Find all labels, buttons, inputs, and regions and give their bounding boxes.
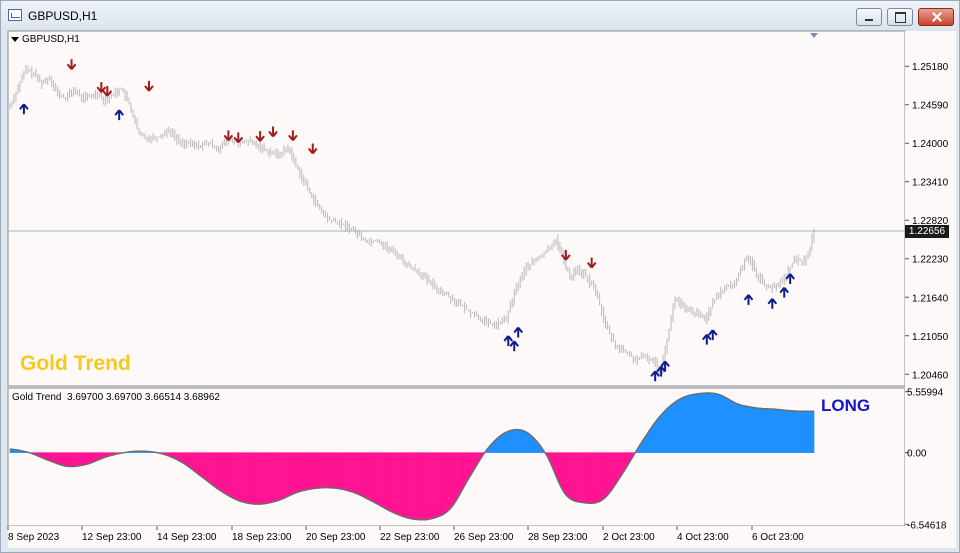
price-panel[interactable] xyxy=(7,30,906,387)
chart-menu-triangle-icon[interactable] xyxy=(11,37,19,42)
indicator-tick-label: 0.00 xyxy=(907,449,927,460)
price-tick-label: 1.21050 xyxy=(912,332,949,343)
gold-trend-overlay-label: Gold Trend xyxy=(20,352,131,375)
chart-canvas[interactable]: 1.251801.245901.240001.234101.228201.222… xyxy=(0,0,960,553)
time-tick-label: 28 Sep 23:00 xyxy=(528,532,588,543)
price-tick-label: 1.20460 xyxy=(912,370,949,381)
price-tick-label: 1.22230 xyxy=(912,255,949,266)
indicator-values-label: Gold Trend 3.69700 3.69700 3.66514 3.689… xyxy=(12,392,220,403)
symbol-label: GBPUSD,H1 xyxy=(22,34,80,45)
gold-trend-area-segment xyxy=(811,410,815,453)
time-tick-label: 2 Oct 23:00 xyxy=(603,532,655,543)
time-tick-label: 22 Sep 23:00 xyxy=(380,532,440,543)
time-tick-label: 4 Oct 23:00 xyxy=(677,532,729,543)
current-price-tag: 1.22656 xyxy=(905,225,949,238)
indicator-tick-label: -6.54618 xyxy=(907,520,947,531)
price-tick-label: 1.24590 xyxy=(912,101,949,112)
price-tick-label: 1.24000 xyxy=(912,139,949,150)
indicator-tick-label: 5.55994 xyxy=(907,388,944,399)
time-tick-label: 8 Sep 2023 xyxy=(8,532,60,543)
time-tick-label: 20 Sep 23:00 xyxy=(306,532,366,543)
time-tick-label: 14 Sep 23:00 xyxy=(157,532,217,543)
price-tick-label: 1.25180 xyxy=(912,62,949,73)
time-tick-label: 18 Sep 23:00 xyxy=(232,532,292,543)
time-tick-label: 12 Sep 23:00 xyxy=(82,532,142,543)
time-tick-label: 6 Oct 23:00 xyxy=(752,532,804,543)
price-tick-label: 1.23410 xyxy=(912,178,949,189)
signal-label: LONG xyxy=(821,396,871,415)
time-tick-label: 26 Sep 23:00 xyxy=(454,532,514,543)
price-tick-label: 1.21640 xyxy=(912,293,949,304)
